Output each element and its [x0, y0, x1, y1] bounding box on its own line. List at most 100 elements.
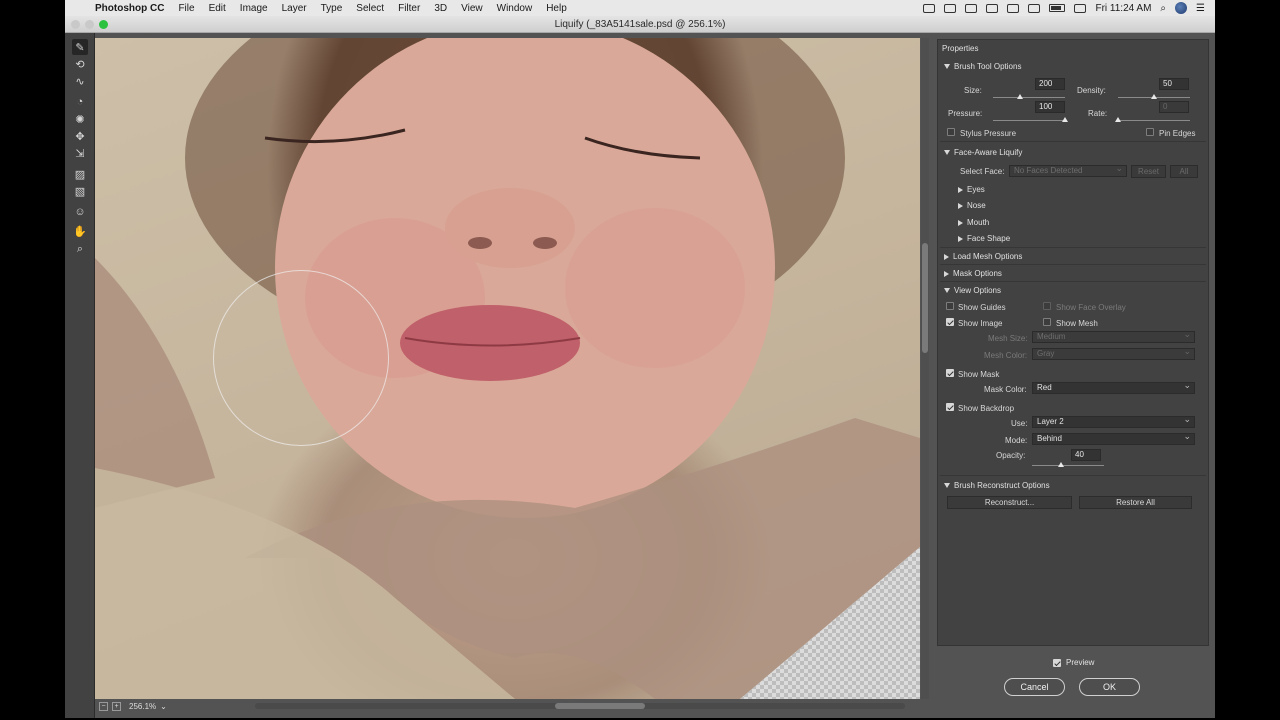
eyes-group[interactable]: Eyes	[958, 185, 985, 194]
brush-tool-options-header[interactable]: Brush Tool Options	[944, 62, 1021, 71]
macos-menubar: Photoshop CC File Edit Image Layer Type …	[65, 0, 1215, 16]
show-backdrop-checkbox[interactable]	[946, 403, 954, 411]
density-slider[interactable]	[1118, 94, 1190, 99]
rate-slider-knob[interactable]	[1115, 117, 1121, 122]
pin-edges-checkbox[interactable]	[1146, 128, 1154, 136]
bloat-tool-icon[interactable]: ✥	[72, 128, 88, 144]
pressure-input[interactable]: 100	[1035, 101, 1065, 113]
user-avatar[interactable]	[1175, 2, 1188, 14]
spotlight-icon[interactable]: ⌕	[1160, 3, 1166, 14]
face-all-button[interactable]: All	[1170, 165, 1198, 178]
canvas-vertical-scrollbar[interactable]	[921, 38, 929, 699]
horizontal-scroll-thumb[interactable]	[555, 703, 645, 709]
mesh-color-dropdown[interactable]: Gray	[1032, 346, 1195, 360]
zoom-out-button[interactable]: −	[99, 701, 108, 711]
screen-record-icon[interactable]	[965, 3, 978, 13]
density-input[interactable]: 50	[1159, 78, 1189, 90]
view-options-header[interactable]: View Options	[944, 286, 1001, 295]
menu-window[interactable]: Window	[490, 3, 540, 14]
zoom-window-button[interactable]	[99, 20, 108, 29]
canvas-horizontal-scrollbar[interactable]	[255, 703, 905, 709]
nose-group[interactable]: Nose	[958, 201, 986, 210]
show-mask-checkbox[interactable]	[946, 369, 954, 377]
push-left-tool-icon[interactable]: ⇲	[72, 145, 88, 161]
pressure-slider[interactable]	[993, 117, 1068, 122]
close-window-button[interactable]	[71, 20, 80, 29]
opacity-input[interactable]: 40	[1071, 449, 1101, 461]
show-guides-label: Show Guides	[958, 303, 1006, 312]
show-image-checkbox[interactable]	[946, 318, 954, 326]
twirl-clockwise-tool-icon[interactable]: ◔	[72, 94, 88, 110]
wifi-icon[interactable]	[1007, 3, 1020, 13]
forward-warp-tool-icon[interactable]: ✎	[72, 39, 88, 55]
zoom-tool-icon[interactable]: ⌕	[72, 241, 88, 257]
density-slider-knob[interactable]	[1151, 94, 1157, 99]
volume-icon[interactable]	[1028, 3, 1041, 13]
zoom-in-button[interactable]: +	[112, 701, 121, 711]
mask-color-dropdown[interactable]: Red	[1032, 380, 1195, 394]
minimize-window-button[interactable]	[85, 20, 94, 29]
battery-icon[interactable]	[1049, 4, 1066, 12]
mesh-size-dropdown[interactable]: Medium	[1032, 329, 1195, 343]
cancel-button[interactable]: Cancel	[1004, 678, 1065, 696]
dropbox-icon[interactable]	[923, 3, 936, 13]
freeze-mask-tool-icon[interactable]: ▨	[72, 166, 88, 182]
smooth-tool-icon[interactable]: ∿	[72, 73, 88, 89]
hand-tool-icon[interactable]: ✋	[72, 223, 88, 239]
zoom-level[interactable]: 256.1%	[129, 702, 156, 711]
reconstruct-tool-icon[interactable]: ⟲	[72, 56, 88, 72]
creative-cloud-icon[interactable]	[944, 3, 957, 13]
notification-center-icon[interactable]: ☰	[1196, 3, 1205, 14]
face-aware-liquify-header[interactable]: Face-Aware Liquify	[944, 148, 1022, 157]
select-face-dropdown[interactable]: No Faces Detected	[1009, 163, 1127, 177]
image-canvas[interactable]	[95, 38, 920, 699]
preview-toggle[interactable]: Preview	[1053, 658, 1094, 667]
show-guides-checkbox[interactable]	[946, 302, 954, 310]
preview-checkbox[interactable]	[1053, 658, 1061, 667]
menu-filter[interactable]: Filter	[391, 3, 427, 14]
menu-type[interactable]: Type	[314, 3, 350, 14]
show-mesh-checkbox[interactable]	[1043, 318, 1051, 326]
zoom-dropdown-icon[interactable]: ⌄	[160, 702, 167, 711]
ok-button[interactable]: OK	[1079, 678, 1140, 696]
size-slider[interactable]	[993, 94, 1065, 99]
opacity-slider-knob[interactable]	[1057, 462, 1064, 467]
menu-layer[interactable]: Layer	[275, 3, 314, 14]
size-slider-knob[interactable]	[1016, 94, 1023, 99]
stylus-pressure-checkbox[interactable]	[947, 128, 955, 136]
menu-edit[interactable]: Edit	[202, 3, 233, 14]
app-menu[interactable]: Photoshop CC	[91, 3, 171, 14]
face-reset-button[interactable]: Reset	[1131, 165, 1166, 178]
pucker-tool-icon[interactable]: ✺	[72, 111, 88, 127]
restore-all-button[interactable]: Restore All	[1079, 496, 1192, 509]
pin-edges-label: Pin Edges	[1159, 129, 1196, 138]
opacity-slider[interactable]	[1032, 462, 1104, 467]
menu-3d[interactable]: 3D	[427, 3, 454, 14]
rate-slider[interactable]	[1115, 117, 1190, 122]
face-shape-group[interactable]: Face Shape	[958, 234, 1010, 243]
menu-file[interactable]: File	[171, 3, 201, 14]
flag-icon[interactable]	[1074, 3, 1087, 13]
size-input[interactable]: 200	[1035, 78, 1065, 90]
brush-reconstruct-options-header[interactable]: Brush Reconstruct Options	[944, 481, 1050, 490]
load-mesh-options-header[interactable]: Load Mesh Options	[944, 252, 1022, 261]
thaw-mask-tool-icon[interactable]: ▧	[72, 183, 88, 199]
menu-help[interactable]: Help	[539, 3, 574, 14]
show-face-overlay-checkbox[interactable]	[1043, 302, 1051, 310]
mouth-group[interactable]: Mouth	[958, 218, 989, 227]
mask-color-label: Mask Color:	[984, 385, 1027, 394]
airplay-icon[interactable]	[986, 3, 999, 13]
vertical-scroll-thumb[interactable]	[922, 243, 928, 353]
menu-select[interactable]: Select	[349, 3, 391, 14]
backdrop-use-dropdown[interactable]: Layer 2	[1032, 414, 1195, 428]
pressure-slider-knob[interactable]	[1062, 117, 1068, 122]
face-tool-icon[interactable]: ☺	[72, 204, 88, 220]
menu-view[interactable]: View	[454, 3, 490, 14]
select-face-label: Select Face:	[960, 167, 1005, 176]
menu-image[interactable]: Image	[233, 3, 275, 14]
mask-options-header[interactable]: Mask Options	[944, 269, 1002, 278]
reconstruct-button[interactable]: Reconstruct...	[947, 496, 1072, 509]
menubar-clock[interactable]: Fri 11:24 AM	[1095, 3, 1151, 14]
rate-input[interactable]: 0	[1159, 101, 1189, 113]
backdrop-mode-dropdown[interactable]: Behind	[1032, 431, 1195, 445]
